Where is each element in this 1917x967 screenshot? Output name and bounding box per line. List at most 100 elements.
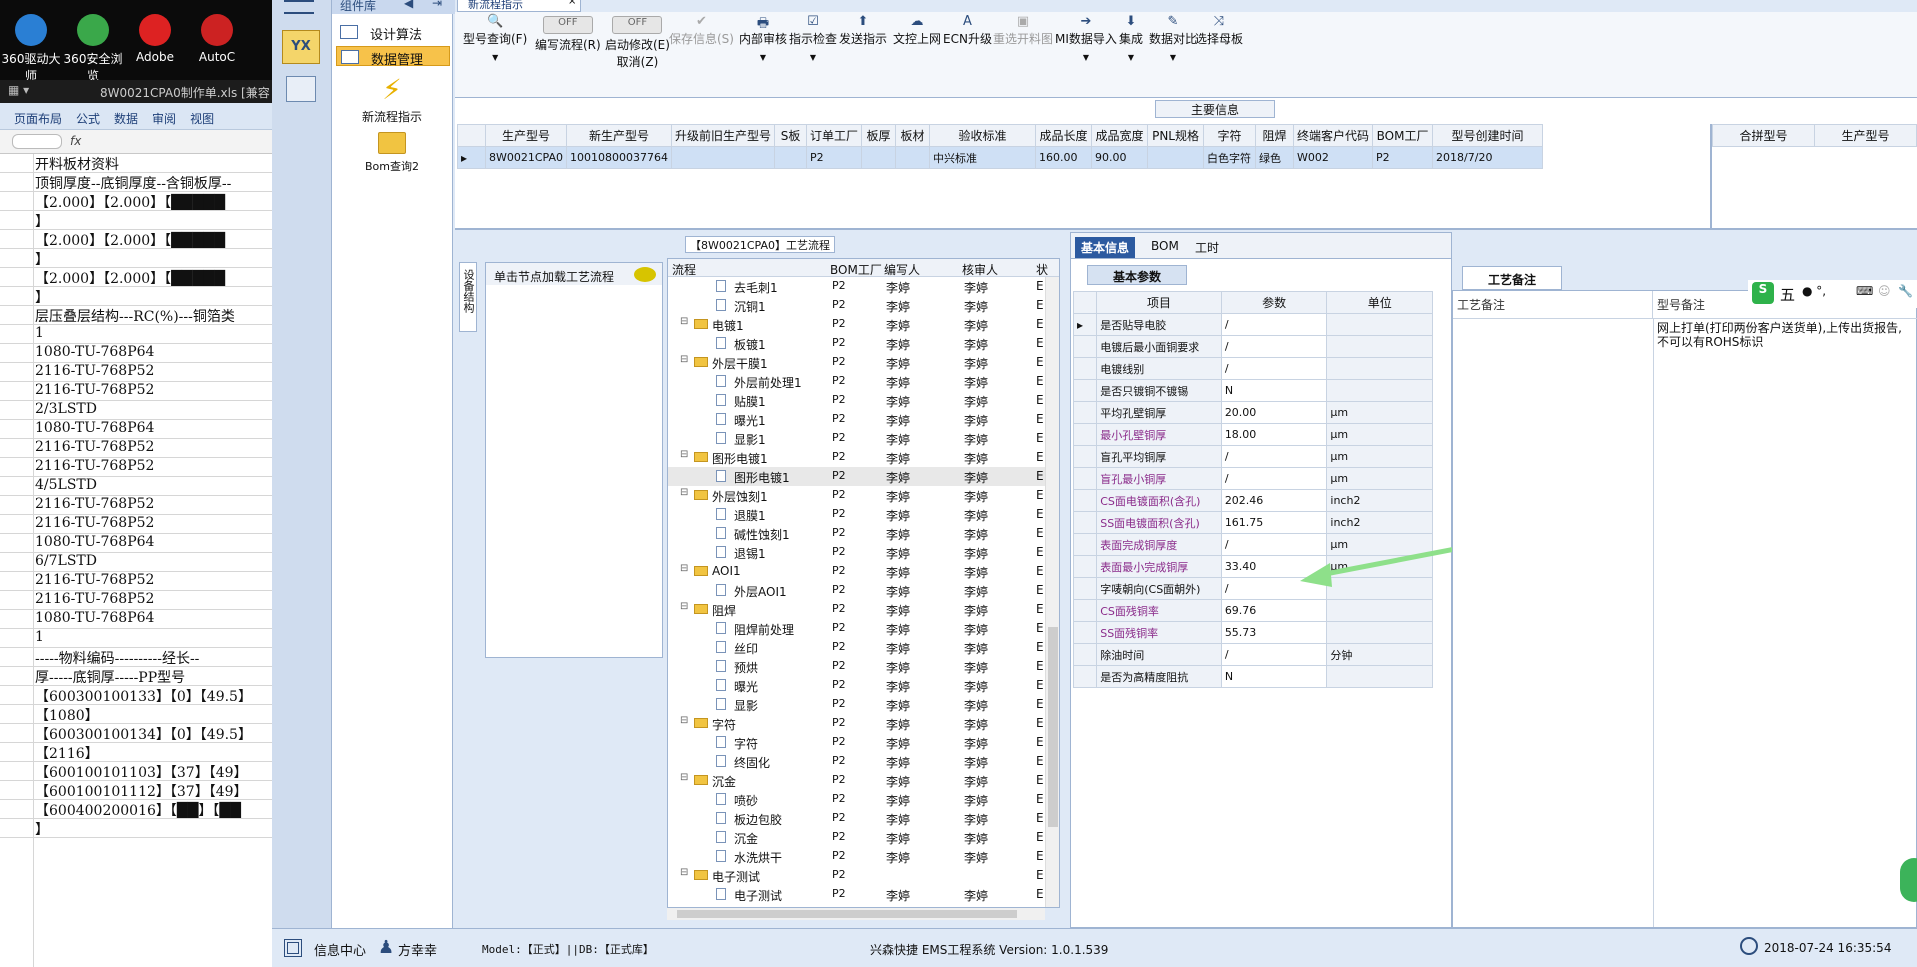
dropdown-arrow-icon[interactable]: ▼ <box>1149 53 1197 62</box>
excel-cell[interactable]: 】 <box>0 287 272 306</box>
flow-row[interactable]: 沉金 P2 李婷 李婷 E <box>668 828 1059 847</box>
excel-cell[interactable]: -----物料编码----------经长-- <box>0 648 272 667</box>
excel-cell[interactable]: 1080-TU-768P64 <box>0 610 272 629</box>
excel-cell[interactable]: 【2.000】【2.000】【█████ <box>0 192 272 211</box>
flow-row[interactable]: 板边包胶 P2 李婷 李婷 E <box>668 809 1059 828</box>
param-value[interactable]: / <box>1220 335 1328 358</box>
toolbar-button[interactable]: A ECN升级 <box>943 14 992 47</box>
desktop-icon[interactable]: 360驱动大师 <box>0 14 62 84</box>
basic-tab[interactable]: BOM <box>1145 237 1185 255</box>
toolbar-button[interactable]: ▣ 重选开料图 <box>993 14 1053 47</box>
excel-cell[interactable]: 4/5LSTD <box>0 477 272 496</box>
collapse-left-icon[interactable]: ◀ <box>404 0 413 10</box>
name-box[interactable] <box>12 134 62 149</box>
column-header[interactable]: 合拼型号 <box>1712 124 1815 147</box>
collapse-icon[interactable]: ⊟ <box>680 487 688 498</box>
tab-new-flow[interactable]: 新流程指示 × <box>457 0 581 12</box>
param-value[interactable]: / <box>1220 467 1328 490</box>
table-cell[interactable]: 中兴标准 <box>929 146 1037 169</box>
table-cell[interactable] <box>895 146 931 169</box>
column-header[interactable]: BOM工厂 <box>1372 124 1434 147</box>
excel-cell[interactable]: 【600300100134】【0】【49.5】 <box>0 724 272 743</box>
column-header[interactable]: 终端客户代码 <box>1293 124 1374 147</box>
table-row[interactable]: 盲孔平均铜厚 / μm <box>1072 445 1433 468</box>
flow-row[interactable]: 图形电镀1 P2 李婷 李婷 E <box>668 467 1059 486</box>
flow-column-header[interactable]: 核审人 <box>962 261 998 278</box>
table-cell[interactable]: 绿色 <box>1255 146 1295 169</box>
flow-row[interactable]: ⊟ 电镀1 P2 李婷 李婷 E <box>668 315 1059 334</box>
excel-cell[interactable]: 【600400200016】【██】【██ <box>0 800 272 819</box>
flow-row[interactable]: 水洗烘干 P2 李婷 李婷 E <box>668 847 1059 866</box>
column-header[interactable]: 型号创建时间 <box>1432 124 1544 147</box>
table-row[interactable]: CS面残铜率 69.76 <box>1072 599 1433 622</box>
excel-sheet[interactable]: 开料板材资料 顶铜厚度--底铜厚度--含铜板厚-- 【2.000】【2.000】【█… <box>0 154 272 967</box>
excel-cell[interactable]: 开料板材资料 <box>0 154 272 173</box>
flow-column-header[interactable]: 状 <box>1036 261 1048 278</box>
toolbar-button[interactable]: OFF 启动修改(E) 取消(Z) <box>605 14 670 70</box>
excel-cell[interactable]: 顶铜厚度--底铜厚度--含铜板厚-- <box>0 173 272 192</box>
collapse-icon[interactable]: ⊟ <box>680 867 688 878</box>
excel-cell[interactable]: 2116-TU-768P52 <box>0 496 272 515</box>
flow-row[interactable]: 预烘 P2 李婷 李婷 E <box>668 657 1059 676</box>
flow-column-header[interactable]: BOM工厂 <box>830 261 882 278</box>
floating-badge-icon[interactable] <box>1900 858 1917 902</box>
punctuation-icon[interactable]: ● °, <box>1802 284 1826 298</box>
table-cell[interactable]: P2 <box>1372 146 1434 169</box>
scroll-thumb[interactable] <box>1048 627 1058 827</box>
table-cell[interactable]: 90.00 <box>1091 146 1149 169</box>
excel-ribbon-tab[interactable]: 公式 <box>76 110 100 127</box>
param-value[interactable]: / <box>1220 445 1328 468</box>
flow-row[interactable]: 丝印 P2 李婷 李婷 E <box>668 638 1059 657</box>
collapse-icon[interactable]: ⊟ <box>680 449 688 460</box>
flow-row[interactable]: 去毛刺1 P2 李婷 李婷 E <box>668 277 1059 296</box>
desktop-icon[interactable]: AutoC <box>186 14 248 64</box>
toolbar-button[interactable]: 🔍 型号查询(F) ▼ <box>463 14 527 62</box>
logo[interactable]: YX <box>282 30 320 64</box>
param-value[interactable]: N <box>1220 379 1328 402</box>
flow-column-header[interactable]: 编写人 <box>884 261 920 278</box>
flow-row[interactable]: 电子测试 P2 李婷 李婷 E <box>668 885 1059 904</box>
excel-cell[interactable]: 2116-TU-768P52 <box>0 572 272 591</box>
excel-cell[interactable]: 厚-----底铜厚-----PP型号 <box>0 667 272 686</box>
excel-cell[interactable]: 2116-TU-768P52 <box>0 591 272 610</box>
column-header[interactable]: 阻焊 <box>1255 124 1295 147</box>
dropdown-arrow-icon[interactable]: ▼ <box>1119 53 1143 62</box>
flow-row[interactable]: 字符 P2 李婷 李婷 E <box>668 733 1059 752</box>
dropdown-arrow-icon[interactable]: ▼ <box>789 53 837 62</box>
flow-row[interactable]: 板镀1 P2 李婷 李婷 E <box>668 334 1059 353</box>
excel-quick-access-icon[interactable]: ▦ ▾ <box>8 83 29 97</box>
column-header[interactable]: 生产型号 <box>484 124 568 147</box>
column-header[interactable]: 参数 <box>1220 291 1328 314</box>
wrench-icon[interactable]: 🔧 <box>1898 284 1913 298</box>
toolbar-button[interactable]: ➔ MI数据导入 ▼ <box>1055 14 1117 62</box>
flow-row[interactable]: 外层前处理1 P2 李婷 李婷 E <box>668 372 1059 391</box>
excel-cell[interactable]: 】 <box>0 249 272 268</box>
column-header[interactable]: 板材 <box>895 124 931 147</box>
new-flow-action[interactable]: ⚡ 新流程指示 <box>352 72 432 125</box>
hscroll-thumb[interactable] <box>677 910 1017 918</box>
flow-row[interactable]: 曝光 P2 李婷 李婷 E <box>668 676 1059 695</box>
process-flow-tree[interactable]: 流程 BOM工厂 编写人 核审人状 去毛刺1 P2 李婷 李婷 E 沉铜1 P2 李婷 李婷 E ⊟ 电镀1… <box>667 258 1060 908</box>
tab-basic-params[interactable]: 基本参数 <box>1087 265 1187 285</box>
flow-row[interactable]: 终固化 P2 李婷 李婷 E <box>668 752 1059 771</box>
table-cell[interactable] <box>670 146 776 169</box>
column-header[interactable]: 新生产型号 <box>566 124 672 147</box>
flow-row[interactable]: 碱性蚀刻1 P2 李婷 李婷 E <box>668 524 1059 543</box>
flow-row[interactable]: 阻焊前处理 P2 李婷 李婷 E <box>668 619 1059 638</box>
param-value[interactable]: / <box>1220 643 1328 666</box>
vertical-scrollbar[interactable] <box>1045 277 1059 907</box>
toolbar-button[interactable]: ☑ 指示检查 ▼ <box>789 14 837 62</box>
table-cell[interactable] <box>861 146 897 169</box>
bom-query-action[interactable]: Bom查询2 <box>352 132 432 174</box>
close-tab-icon[interactable]: × <box>568 0 576 7</box>
excel-cell[interactable]: 】 <box>0 211 272 230</box>
toolbar-button[interactable]: ☁ 文控上网 <box>893 14 941 47</box>
calculator-icon[interactable] <box>286 76 316 102</box>
desktop-icon[interactable]: 360安全浏览 <box>62 14 124 84</box>
param-value[interactable]: / <box>1220 313 1328 336</box>
flow-row[interactable]: 沉铜1 P2 李婷 李婷 E <box>668 296 1059 315</box>
column-header[interactable]: 升级前旧生产型号 <box>670 124 776 147</box>
excel-cell[interactable]: 2116-TU-768P52 <box>0 382 272 401</box>
nav-item-data-management[interactable]: 数据管理 <box>336 46 450 68</box>
toggle-off-icon[interactable]: OFF <box>542 16 593 34</box>
